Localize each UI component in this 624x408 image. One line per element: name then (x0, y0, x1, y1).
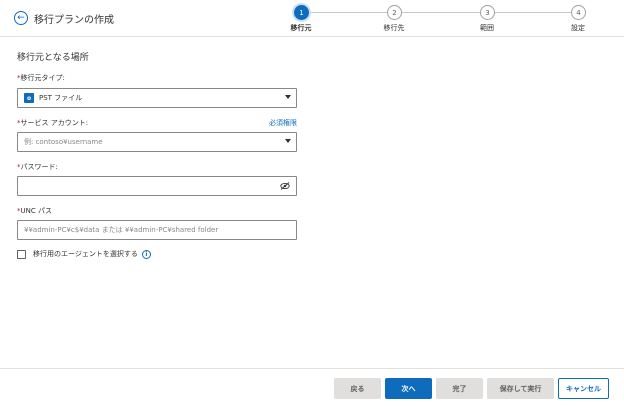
agent-checkbox-row[interactable]: 移行用のエージェントを選択する i (17, 249, 151, 259)
cancel-button[interactable]: キャンセル (558, 378, 609, 399)
source-type-label-text: 移行元タイプ: (20, 74, 65, 82)
agent-checkbox-label: 移行用のエージェントを選択する (33, 250, 138, 258)
save-and-run-button[interactable]: 保存して実行 (487, 378, 554, 399)
unc-path-label-text: UNC パス (20, 207, 52, 215)
unc-path-input[interactable]: ¥¥admin-PC¥c$¥data または ¥¥admin-PC¥shared… (17, 220, 297, 240)
next-button[interactable]: 次へ (385, 378, 432, 399)
unc-path-label: *UNC パス (17, 206, 52, 216)
chevron-down-icon (285, 95, 291, 99)
unc-path-placeholder: ¥¥admin-PC¥c$¥data または ¥¥admin-PC¥shared… (24, 226, 219, 234)
step-connector (495, 12, 571, 13)
required-permissions-link[interactable]: 必須権限 (269, 118, 297, 128)
chevron-down-icon (285, 139, 291, 143)
service-account-placeholder: 例: contoso¥username (24, 138, 103, 146)
back-button[interactable]: 戻る (334, 378, 381, 399)
step-1-label: 移行元 (290, 24, 312, 32)
step-3-label: 範囲 (480, 24, 494, 32)
step-2-label: 移行先 (383, 24, 405, 32)
password-field[interactable] (17, 176, 297, 196)
password-label-text: パスワード: (20, 163, 58, 171)
agent-checkbox[interactable] (17, 249, 26, 259)
source-type-value: PST ファイル (39, 94, 83, 102)
step-4-label: 設定 (571, 24, 585, 32)
footer-bar: 戻る 次へ 完了 保存して実行 キャンセル (0, 368, 624, 408)
eye-hidden-icon[interactable] (280, 182, 290, 190)
outlook-pst-icon: o (24, 93, 36, 103)
step-connector (402, 12, 480, 13)
password-label: *パスワード: (17, 162, 58, 172)
step-2-circle[interactable]: 2 (387, 5, 402, 20)
section-title: 移行元となる場所 (17, 53, 89, 63)
source-type-dropdown[interactable]: o PST ファイル (17, 88, 297, 108)
service-account-label-text: サービス アカウント: (20, 119, 89, 127)
source-type-label: *移行元タイプ: (17, 73, 65, 83)
wizard-stepper: 1 移行元 2 移行先 3 範囲 4 設定 (0, 0, 624, 37)
step-3-circle[interactable]: 3 (480, 5, 495, 20)
step-4-circle[interactable]: 4 (571, 5, 586, 20)
finish-button[interactable]: 完了 (436, 378, 483, 399)
info-icon[interactable]: i (141, 249, 151, 259)
service-account-label: *サービス アカウント: (17, 118, 88, 128)
service-account-combobox[interactable]: 例: contoso¥username (17, 132, 297, 152)
step-connector (309, 12, 387, 13)
step-1-circle[interactable]: 1 (294, 5, 309, 20)
